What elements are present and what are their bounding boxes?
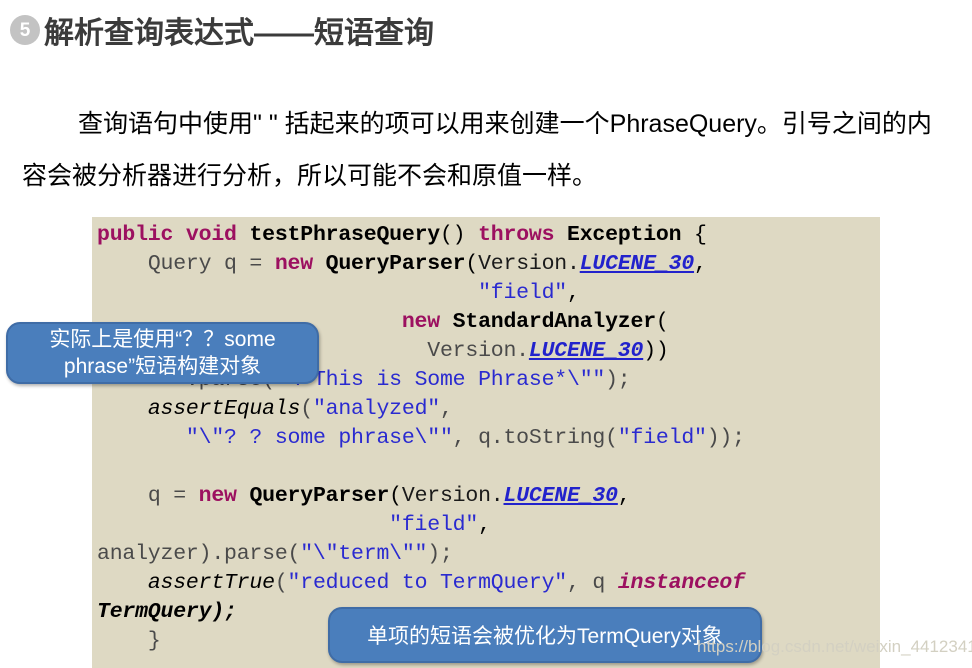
code-listing: public void testPhraseQuery() throws Exc… (97, 223, 745, 653)
page-title: 5 解析查询表达式——短语查询 (10, 8, 434, 52)
callout-term-query: 单项的短语会被优化为TermQuery对象 (328, 607, 762, 663)
callout-phrase-query: 实际上是使用“？？some phrase”短语构建对象 (6, 322, 319, 384)
code-block: public void testPhraseQuery() throws Exc… (92, 217, 880, 668)
body-paragraph: 查询语句中使用" " 括起来的项可以用来创建一个PhraseQuery。引号之间… (22, 110, 932, 190)
slide-number-badge: 5 (10, 15, 40, 45)
slide-title-text: 解析查询表达式——短语查询 (44, 17, 434, 50)
